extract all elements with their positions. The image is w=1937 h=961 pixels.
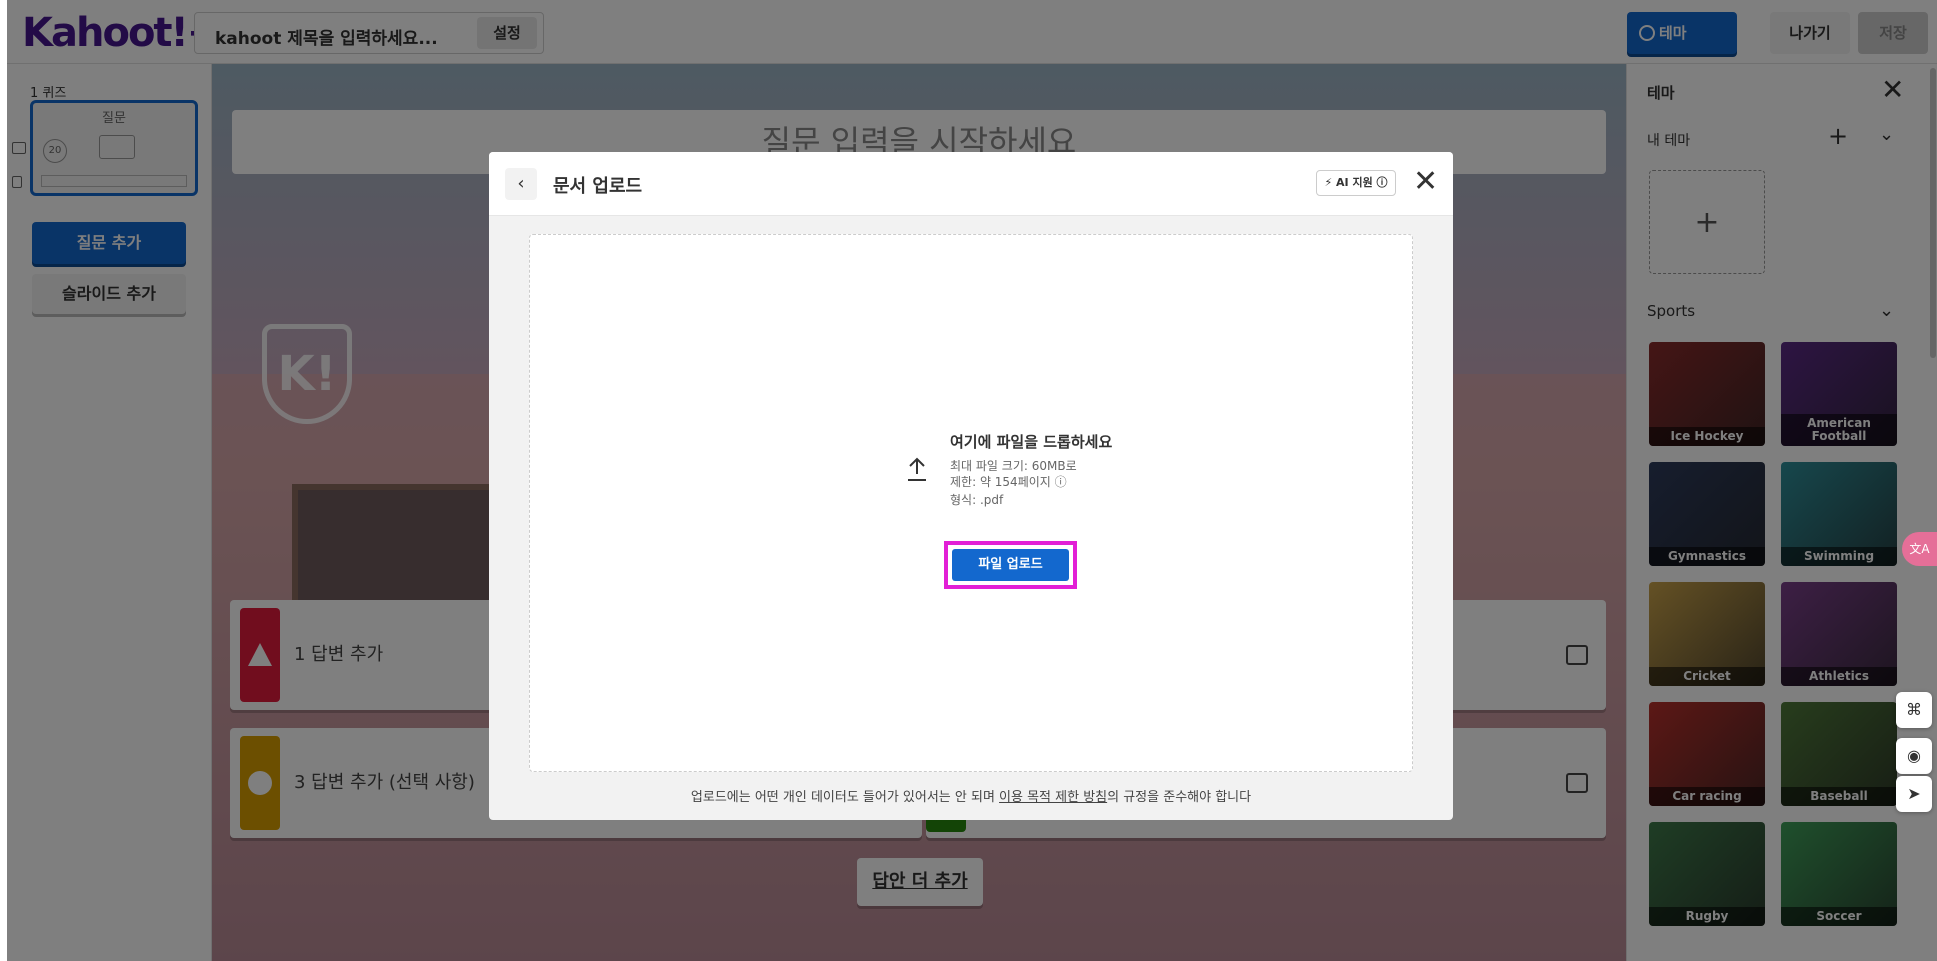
format-text: 형식: .pdf (950, 493, 1004, 507)
window-edge (0, 0, 7, 961)
upload-file-button[interactable]: 파일 업로드 (952, 549, 1069, 581)
usage-policy-link[interactable]: 이용 목적 제한 방침 (999, 790, 1107, 805)
ai-support-badge[interactable]: ⚡ AI 지원 ⓘ (1316, 170, 1396, 196)
max-size-text: 최대 파일 크기: 60MB로 (950, 459, 1077, 473)
command-icon[interactable]: ⌘ (1896, 692, 1932, 728)
modal-title: 문서 업로드 (553, 176, 643, 197)
page-limit-text: 제한: 약 154페이지 ⓘ (950, 475, 1067, 489)
app-root: Kahoot!+ kahoot 제목을 입력하세요... 설정 테마 나가기 저… (0, 0, 1937, 961)
privacy-note-suffix: 의 규정을 준수해야 합니다 (1107, 790, 1252, 805)
upload-icon (908, 457, 926, 481)
upload-document-modal: ‹ 문서 업로드 ⚡ AI 지원 ⓘ ✕ 여기에 파일을 드롭하세요 최대 파일… (489, 152, 1453, 820)
back-button[interactable]: ‹ (505, 168, 537, 200)
privacy-note-prefix: 업로드에는 어떤 개인 데이터도 들어가 있어서는 안 되며 (690, 790, 1000, 805)
privacy-note: 업로드에는 어떤 개인 데이터도 들어가 있어서는 안 되며 이용 목적 제한 … (489, 786, 1453, 805)
file-dropzone[interactable]: 여기에 파일을 드롭하세요 최대 파일 크기: 60MB로 제한: 약 154페… (529, 234, 1413, 772)
rocket-icon[interactable]: ➤ (1896, 776, 1932, 812)
modal-header: ‹ 문서 업로드 ⚡ AI 지원 ⓘ ✕ (489, 152, 1453, 216)
upload-button-highlight: 파일 업로드 (944, 541, 1077, 589)
translate-icon[interactable]: 文A (1902, 532, 1937, 566)
close-icon[interactable]: ✕ (1413, 166, 1438, 198)
dropzone-title: 여기에 파일을 드롭하세요 (950, 433, 1113, 451)
assistant-icon[interactable]: ◉ (1896, 738, 1932, 774)
